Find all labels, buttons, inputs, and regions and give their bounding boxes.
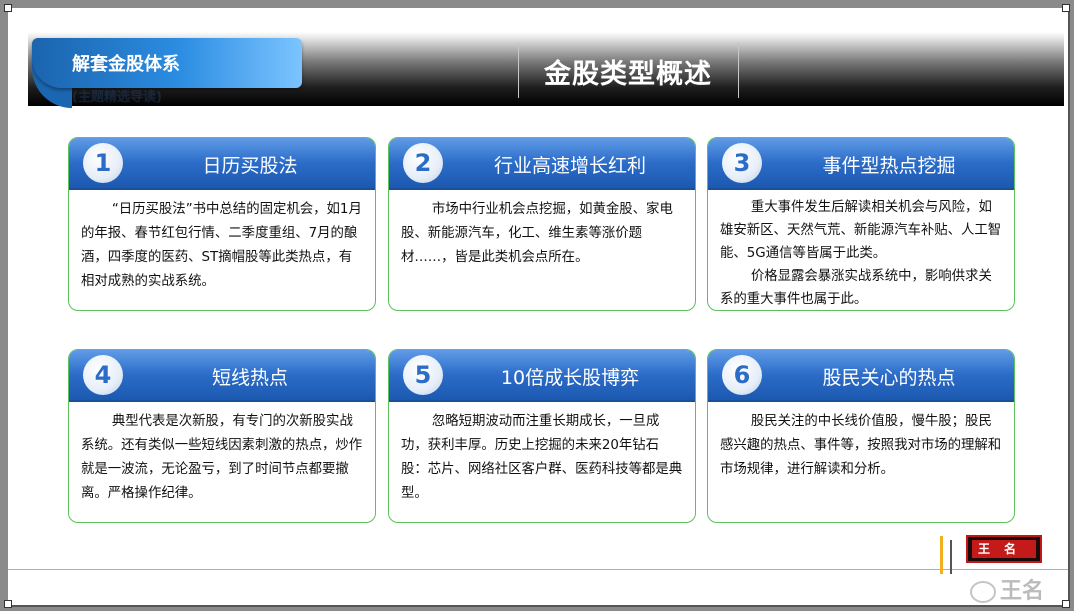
card-number-badge: 5 xyxy=(403,355,443,395)
section-tab-reflection: (主题精选导读) xyxy=(72,90,162,105)
card-calendar-method: 1 日历买股法 “日历买股法”书中总结的固定机会，如1月的年报、春节红包行情、二… xyxy=(68,137,376,311)
card-body: 股民关注的中长线价值股，慢牛股；股民感兴趣的热点、事件等，按照我对市场的理解和市… xyxy=(720,410,1004,482)
footer-divider xyxy=(8,569,1068,570)
selection-handle-top-right[interactable] xyxy=(1062,4,1070,12)
card-header: 3 事件型热点挖掘 xyxy=(708,138,1014,190)
card-growth-stock: 5 10倍成长股博弈 忽略短期波动而注重长期成长，一旦成功，获利丰厚。历史上挖掘… xyxy=(388,349,696,523)
card-paragraph: 市场中行业机会点挖掘，如黄金股、家电股、新能源汽车，化工、维生素等涨价题材……，… xyxy=(401,202,673,265)
watermark: 王名 xyxy=(970,573,1045,604)
card-header: 5 10倍成长股博弈 xyxy=(389,350,695,402)
card-paragraph: 股民关注的中长线价值股，慢牛股；股民感兴趣的热点、事件等，按照我对市场的理解和市… xyxy=(720,414,1002,477)
card-number-badge: 6 xyxy=(722,355,762,395)
card-header: 1 日历买股法 xyxy=(69,138,375,190)
card-paragraph: 典型代表是次新股，有专门的次新股实战系统。还有类似一些短线因素刺激的热点，炒作就… xyxy=(81,414,363,501)
footer-accent-bar xyxy=(940,536,943,574)
card-industry-growth: 2 行业高速增长红利 市场中行业机会点挖掘，如黄金股、家电股、新能源汽车，化工、… xyxy=(388,137,696,311)
card-number-badge: 2 xyxy=(403,143,443,183)
card-body: 市场中行业机会点挖掘，如黄金股、家电股、新能源汽车，化工、维生素等涨价题材……，… xyxy=(401,198,685,270)
card-event-hotspot: 3 事件型热点挖掘 重大事件发生后解读相关机会与风险，如雄安新区、天然气荒、新能… xyxy=(707,137,1015,311)
page-title: 金股类型概述 xyxy=(544,59,712,90)
card-header: 4 短线热点 xyxy=(69,350,375,402)
watermark-text: 王名 xyxy=(1000,579,1045,604)
tab-shape: 解套金股体系 xyxy=(32,38,302,88)
card-body: 典型代表是次新股，有专门的次新股实战系统。还有类似一些短线因素刺激的热点，炒作就… xyxy=(81,410,365,506)
card-number-badge: 1 xyxy=(83,143,123,183)
footer-accent-bar-dark xyxy=(950,540,952,574)
card-paragraph: 重大事件发生后解读相关机会与风险，如雄安新区、天然气荒、新能源汽车补贴、人工智能… xyxy=(720,200,1002,261)
section-tab-label: 解套金股体系 xyxy=(72,54,180,75)
selection-handle-top-left[interactable] xyxy=(4,4,12,12)
section-tab: 解套金股体系 (主题精选导读) xyxy=(32,38,302,108)
weibo-icon xyxy=(970,581,996,603)
card-paragraph: 忽略短期波动而注重长期成长，一旦成功，获利丰厚。历史上挖掘的未来20年钻石股：芯… xyxy=(401,414,683,501)
name-seal: 王名 xyxy=(966,535,1042,563)
card-title: 事件型热点挖掘 xyxy=(822,155,956,177)
card-paragraph: 价格显露会暴涨实战系统中，影响供求关系的重大事件也属于此。 xyxy=(720,269,992,307)
card-short-term-hotspot: 4 短线热点 典型代表是次新股，有专门的次新股实战系统。还有类似一些短线因素刺激… xyxy=(68,349,376,523)
card-body: “日历买股法”书中总结的固定机会，如1月的年报、春节红包行情、二季度重组、7月的… xyxy=(81,198,365,294)
card-header: 2 行业高速增长红利 xyxy=(389,138,695,190)
name-seal-text: 王名 xyxy=(972,540,1036,558)
selection-handle-bottom-right[interactable] xyxy=(1062,600,1070,608)
card-title: 日历买股法 xyxy=(202,155,298,177)
card-body: 忽略短期波动而注重长期成长，一旦成功，获利丰厚。历史上挖掘的未来20年钻石股：芯… xyxy=(401,410,685,506)
card-investor-interest: 6 股民关心的热点 股民关注的中长线价值股，慢牛股；股民感兴趣的热点、事件等，按… xyxy=(707,349,1015,523)
card-header: 6 股民关心的热点 xyxy=(708,350,1014,402)
card-body: 重大事件发生后解读相关机会与风险，如雄安新区、天然气荒、新能源汽车补贴、人工智能… xyxy=(720,196,1004,310)
card-paragraph: “日历买股法”书中总结的固定机会，如1月的年报、春节红包行情、二季度重组、7月的… xyxy=(81,202,362,289)
card-title: 短线热点 xyxy=(211,367,288,389)
card-number-badge: 3 xyxy=(722,143,762,183)
card-title: 股民关心的热点 xyxy=(822,367,956,389)
selection-handle-bottom-left[interactable] xyxy=(4,600,12,608)
card-number-badge: 4 xyxy=(83,355,123,395)
slide[interactable]: 金股类型概述 解套金股体系 (主题精选导读) 1 日历买股法 “日历买股法”书中… xyxy=(8,8,1068,605)
card-title: 行业高速增长红利 xyxy=(493,155,646,177)
card-title: 10倍成长股博弈 xyxy=(500,367,640,389)
